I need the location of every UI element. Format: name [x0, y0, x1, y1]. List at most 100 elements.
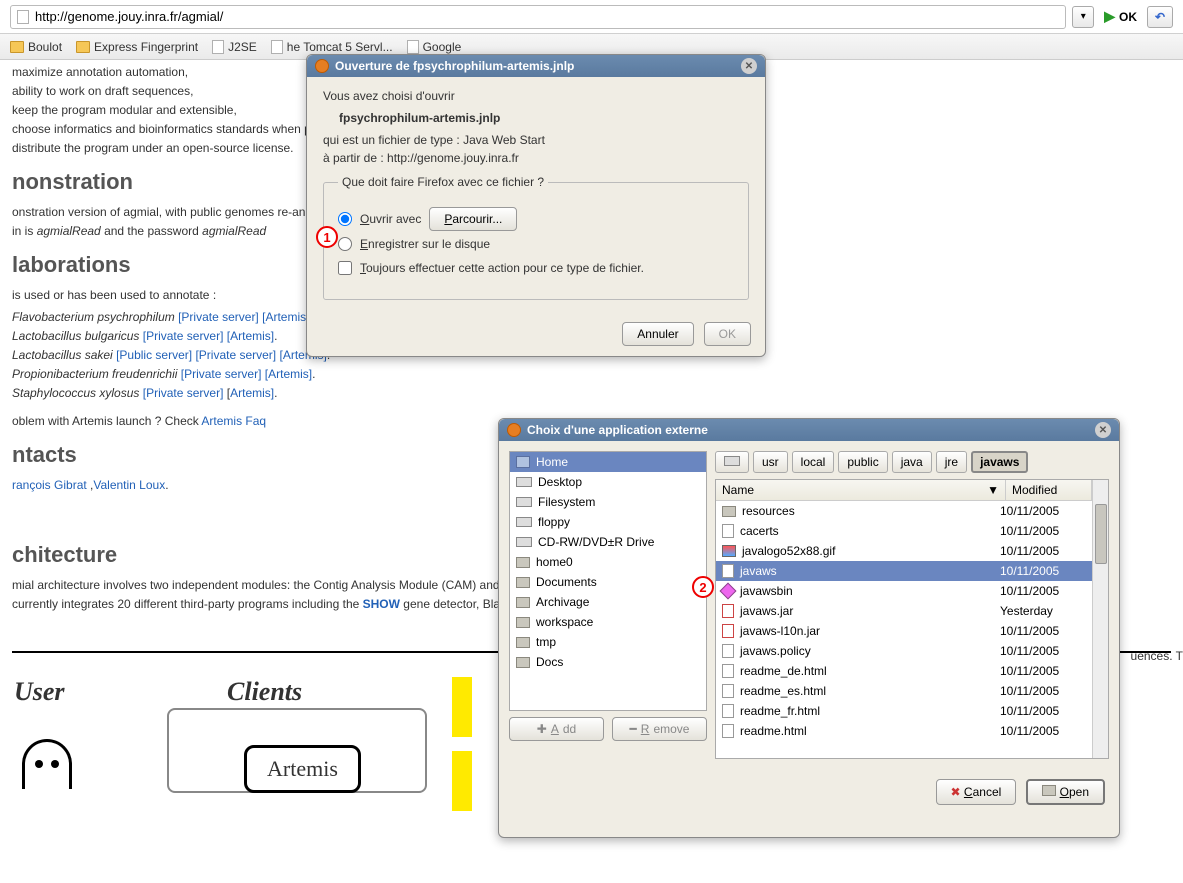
arch-user-label: User [14, 677, 65, 707]
file-modified: 10/11/2005 [1000, 644, 1086, 658]
artemis-faq-link[interactable]: Artemis Faq [201, 414, 266, 428]
file-row[interactable]: readme_es.html10/11/2005 [716, 681, 1092, 701]
file-row[interactable]: javawsbin10/11/2005 [716, 581, 1092, 601]
breadcrumb-segment[interactable]: javaws [971, 451, 1028, 473]
always-label: Toujours effectuer cette action pour ce … [360, 261, 644, 275]
bookmark-label: Boulot [28, 40, 62, 54]
species-link[interactable]: [Private server] [178, 310, 259, 324]
save-label: Enregistrer sur le disque [360, 237, 490, 251]
species-link[interactable]: Artemis] [230, 386, 274, 400]
place-item[interactable]: home0 [510, 552, 706, 572]
contact-2[interactable]: Valentin Loux [93, 478, 165, 492]
place-item[interactable]: Home [510, 452, 706, 472]
breadcrumb-segment[interactable]: java [892, 451, 932, 473]
url-input[interactable] [35, 9, 1059, 24]
file-list-scrollbar[interactable] [1092, 480, 1108, 758]
url-bar: ▾ ▶ OK ↶ [0, 0, 1183, 34]
place-item[interactable]: CD-RW/DVD±R Drive [510, 532, 706, 552]
breadcrumb-segment[interactable]: public [838, 451, 887, 473]
dialog2-close-icon[interactable]: ✕ [1095, 422, 1111, 438]
scrollbar-thumb[interactable] [1095, 504, 1107, 564]
col-name[interactable]: Name ▼ [716, 480, 1006, 500]
dialog2-titlebar[interactable]: Choix d'une application externe ✕ [499, 419, 1119, 441]
radio-open-with[interactable] [338, 212, 352, 226]
col-modified[interactable]: Modified [1006, 480, 1092, 500]
folder-icon [516, 637, 530, 648]
file-row[interactable]: javaws10/11/2005 [716, 561, 1092, 581]
open-with-label: OOuvrir avecuvrir avec [360, 212, 421, 226]
species-link[interactable]: [Artemis] [227, 329, 274, 343]
file-icon [722, 684, 734, 698]
browse-button[interactable]: Parcourir... [429, 207, 517, 231]
dlg2-open-button[interactable]: Open [1026, 779, 1105, 805]
checkbox-always[interactable] [338, 261, 352, 275]
file-row[interactable]: readme.html10/11/2005 [716, 721, 1092, 741]
dialog1-close-icon[interactable]: ✕ [741, 58, 757, 74]
dlg1-filename: fpsychrophilum-artemis.jnlp [339, 111, 749, 125]
dlg1-source: à partir de : http://genome.jouy.inra.fr [323, 151, 749, 165]
file-row[interactable]: javalogo52x88.gif10/11/2005 [716, 541, 1092, 561]
file-modified: 10/11/2005 [1000, 524, 1086, 538]
bookmark-item[interactable]: J2SE [212, 40, 257, 54]
dlg1-ok-button[interactable]: OK [704, 322, 751, 346]
artemis-box: Artemis [244, 745, 361, 793]
file-row[interactable]: readme_fr.html10/11/2005 [716, 701, 1092, 721]
radio-save[interactable] [338, 237, 352, 251]
species-link[interactable]: [Private server] [143, 329, 224, 343]
bookmark-item[interactable]: Google [407, 40, 462, 54]
species-link[interactable]: [Private server] [143, 386, 224, 400]
show-link[interactable]: SHOW [363, 597, 400, 611]
species-link[interactable]: [Artemis] [262, 310, 309, 324]
file-row[interactable]: cacerts10/11/2005 [716, 521, 1092, 541]
place-item[interactable]: Desktop [510, 472, 706, 492]
go-button[interactable]: ▶ OK [1098, 8, 1143, 25]
species-link[interactable]: [Public server] [116, 348, 192, 362]
file-modified: 10/11/2005 [1000, 544, 1086, 558]
jar-icon [722, 604, 734, 618]
url-history-dropdown[interactable]: ▾ [1072, 6, 1094, 28]
place-item[interactable]: Filesystem [510, 492, 706, 512]
file-modified: 10/11/2005 [1000, 704, 1086, 718]
folder-icon [516, 557, 530, 568]
bookmark-label: Google [423, 40, 462, 54]
remove-place-button[interactable]: ━ Remove [612, 717, 707, 741]
species-link[interactable]: [Private server] [181, 367, 262, 381]
dialog1-titlebar[interactable]: Ouverture de fpsychrophilum-artemis.jnlp… [307, 55, 765, 77]
place-item[interactable]: Archivage [510, 592, 706, 612]
file-modified: 10/11/2005 [1000, 664, 1086, 678]
add-place-button[interactable]: ✚ Add [509, 717, 604, 741]
firefox-icon [315, 59, 329, 73]
bookmark-item[interactable]: he Tomcat 5 Servl... [271, 40, 393, 54]
arch-clients-label: Clients [227, 677, 302, 707]
open-folder-icon [1042, 785, 1056, 796]
file-row[interactable]: resources10/11/2005 [716, 501, 1092, 521]
breadcrumb-segment[interactable]: jre [936, 451, 967, 473]
species-link[interactable]: [Private server] [195, 348, 276, 362]
breadcrumb-segment[interactable]: usr [753, 451, 788, 473]
bookmark-item[interactable]: Boulot [10, 40, 62, 54]
file-row[interactable]: javaws.policy10/11/2005 [716, 641, 1092, 661]
breadcrumb-segment[interactable]: local [792, 451, 835, 473]
file-name: javaws-l10n.jar [740, 624, 820, 638]
path-breadcrumb: usrlocalpublicjavajrejavaws [715, 451, 1109, 473]
file-row[interactable]: javaws.jarYesterday [716, 601, 1092, 621]
file-row[interactable]: javaws-l10n.jar10/11/2005 [716, 621, 1092, 641]
place-item[interactable]: Documents [510, 572, 706, 592]
restore-button[interactable]: ↶ [1147, 6, 1173, 28]
bookmark-item[interactable]: Express Fingerprint [76, 40, 198, 54]
place-label: Archivage [536, 595, 589, 609]
place-label: floppy [538, 515, 570, 529]
place-item[interactable]: floppy [510, 512, 706, 532]
place-item[interactable]: Docs [510, 652, 706, 672]
file-row[interactable]: readme_de.html10/11/2005 [716, 661, 1092, 681]
breadcrumb-segment[interactable] [715, 451, 749, 473]
yellow-bar-2 [452, 751, 472, 811]
dlg1-intro: Vous avez choisi d'ouvrir [323, 89, 749, 103]
dlg1-cancel-button[interactable]: Annuler [622, 322, 693, 346]
place-item[interactable]: tmp [510, 632, 706, 652]
species-link[interactable]: [Artemis] [265, 367, 312, 381]
place-item[interactable]: workspace [510, 612, 706, 632]
dlg2-cancel-button[interactable]: ✖ Cancel [936, 779, 1017, 805]
contact-1[interactable]: rançois Gibrat [12, 478, 87, 492]
species-name: Lactobacillus bulgaricus [12, 329, 143, 343]
